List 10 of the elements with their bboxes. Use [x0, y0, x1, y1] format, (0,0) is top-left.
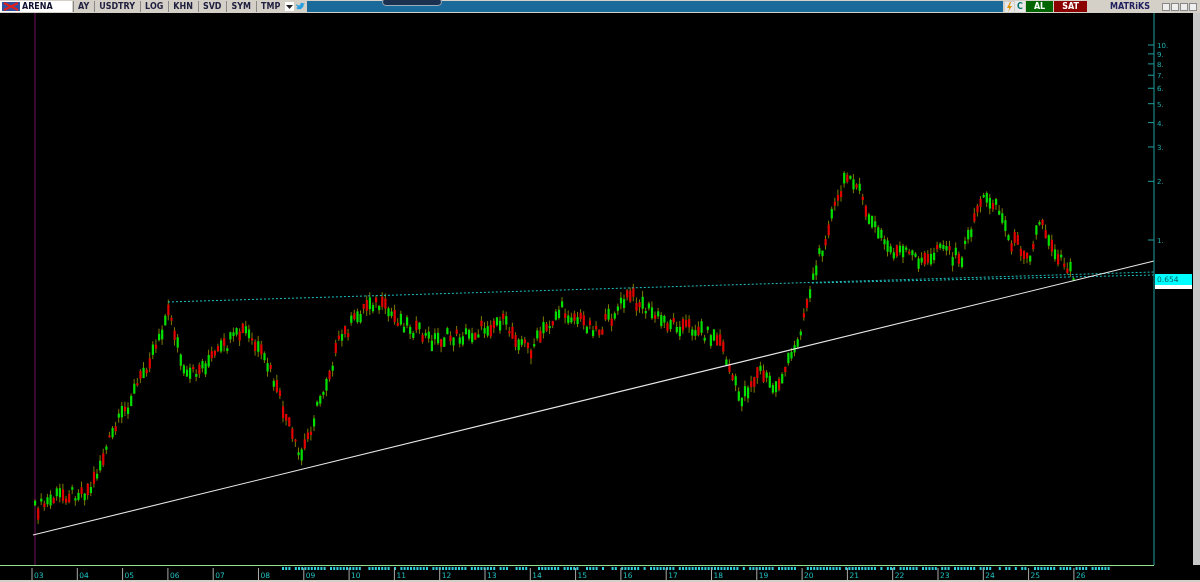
- symbol-label: ARENA: [22, 2, 53, 11]
- dropdown-icon[interactable]: [285, 2, 295, 11]
- refresh-button[interactable]: C: [1015, 1, 1025, 12]
- flag-icon: [2, 2, 20, 11]
- sell-button[interactable]: SAT: [1054, 1, 1087, 12]
- last-price-badge: [1155, 274, 1192, 285]
- buy-button[interactable]: AL: [1025, 1, 1054, 12]
- brand-label: MATRiKS: [1109, 2, 1151, 11]
- title-pill: [382, 0, 443, 6]
- lightning-icon[interactable]: [1005, 1, 1015, 12]
